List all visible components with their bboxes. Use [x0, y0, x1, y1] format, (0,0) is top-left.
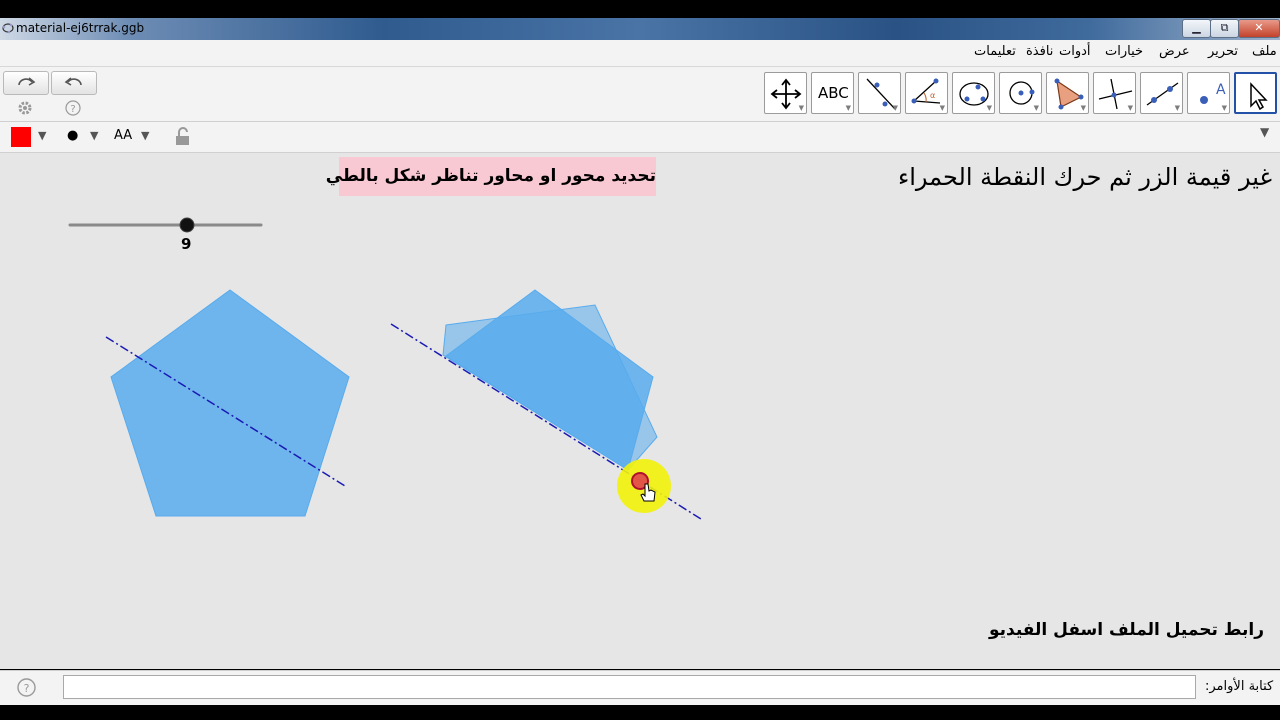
- tool-circle[interactable]: ▼: [999, 72, 1042, 114]
- menu-window[interactable]: نافذة: [1026, 44, 1053, 59]
- text-tool-label: ABC: [818, 84, 849, 102]
- cursor-arrow-icon: [1250, 82, 1268, 111]
- slider-value: 9: [181, 235, 192, 253]
- point-label-glyph: A: [1216, 82, 1226, 98]
- gear-icon: [18, 101, 32, 115]
- help-button[interactable]: ?: [64, 99, 82, 117]
- tool-conic-dropdown-icon: ▼: [986, 104, 992, 112]
- tool-move-graphics-view[interactable]: ▼: [764, 72, 807, 114]
- tool-angle-dropdown-icon: ▼: [939, 104, 945, 112]
- undo-icon: [64, 77, 82, 86]
- window-titlebar: material-ej6trrak.ggb ▁ ⧉ ✕: [0, 18, 1280, 40]
- minimize-button[interactable]: ▁: [1182, 19, 1211, 38]
- tool-text[interactable]: ABC ▼: [811, 72, 854, 114]
- color-dropdown-icon[interactable]: ▼: [38, 129, 46, 142]
- style-bar: ▼ ● ▼ AA ▼ ▼: [0, 122, 1280, 153]
- close-button[interactable]: ✕: [1238, 19, 1280, 38]
- menu-edit[interactable]: تحرير: [1208, 44, 1238, 59]
- menu-file[interactable]: ملف: [1252, 44, 1277, 59]
- text-size-dropdown-icon[interactable]: ▼: [141, 129, 149, 142]
- menu-bar: ملف تحرير عرض خيارات أدوات نافذة تعليمات: [0, 40, 1280, 67]
- menu-view[interactable]: عرض: [1159, 44, 1190, 59]
- tool-point-dropdown-icon: ▼: [1221, 104, 1227, 112]
- help-icon: ?: [65, 100, 81, 116]
- tool-line[interactable]: ▼: [1140, 72, 1183, 114]
- tool-move-view-dropdown-icon: ▼: [798, 104, 804, 112]
- tool-circle-dropdown-icon: ▼: [1033, 104, 1039, 112]
- svg-text:?: ?: [70, 104, 75, 115]
- redo-button[interactable]: [3, 71, 49, 95]
- color-swatch[interactable]: [11, 127, 31, 147]
- tool-text-dropdown-icon: ▼: [845, 104, 851, 112]
- unlock-icon[interactable]: [174, 127, 192, 147]
- tool-point[interactable]: A ▼: [1187, 72, 1230, 114]
- tool-polygon-dropdown-icon: ▼: [1080, 104, 1086, 112]
- tool-move[interactable]: [1234, 72, 1277, 114]
- toolbar: ? A ▼ ▼ ▼ ▼ ▼ ▼ α ▼ ▼ ABC ▼ ▼: [0, 67, 1280, 122]
- tool-angle[interactable]: α ▼: [905, 72, 948, 114]
- geometry-drawing: [68, 217, 702, 520]
- settings-button[interactable]: [16, 99, 34, 117]
- menu-tools[interactable]: أدوات: [1059, 44, 1091, 59]
- point-style-icon[interactable]: ●: [67, 128, 78, 143]
- window-title: material-ej6trrak.ggb: [16, 21, 145, 35]
- pentagon-original: [110, 289, 350, 517]
- stylebar-toggle-icon[interactable]: ▼: [1260, 125, 1269, 139]
- menu-help[interactable]: تعليمات: [974, 44, 1016, 59]
- undo-button[interactable]: [51, 71, 97, 95]
- tool-reflect[interactable]: ▼: [858, 72, 901, 114]
- menu-options[interactable]: خيارات: [1105, 44, 1143, 59]
- tool-polygon[interactable]: ▼: [1046, 72, 1089, 114]
- graphics-view[interactable]: تحديد محور او محاور تناظر شكل بالطي غير …: [0, 153, 1280, 669]
- download-note: رابط تحميل الملف اسفل الفيديو: [988, 620, 1264, 640]
- redo-icon: [18, 77, 36, 86]
- input-help-icon[interactable]: ?: [16, 677, 37, 698]
- text-size-icon[interactable]: AA: [114, 128, 132, 143]
- point-style-dropdown-icon[interactable]: ▼: [90, 129, 98, 142]
- svg-text:α: α: [930, 91, 935, 100]
- command-input-label: كتابة الأوامر:: [1205, 679, 1274, 694]
- tool-conic[interactable]: ▼: [952, 72, 995, 114]
- slider-knob[interactable]: [179, 217, 195, 233]
- tool-perpendicular[interactable]: ▼: [1093, 72, 1136, 114]
- tool-perpendicular-dropdown-icon: ▼: [1127, 104, 1133, 112]
- command-input[interactable]: [63, 675, 1196, 699]
- svg-text:?: ?: [24, 682, 30, 695]
- tool-line-dropdown-icon: ▼: [1174, 104, 1180, 112]
- tool-reflect-dropdown-icon: ▼: [892, 104, 898, 112]
- geogebra-app-icon: [2, 23, 14, 34]
- pentagon-folded-half: [442, 304, 658, 471]
- input-bar: ? كتابة الأوامر:: [0, 670, 1280, 705]
- maximize-button[interactable]: ⧉: [1210, 19, 1239, 38]
